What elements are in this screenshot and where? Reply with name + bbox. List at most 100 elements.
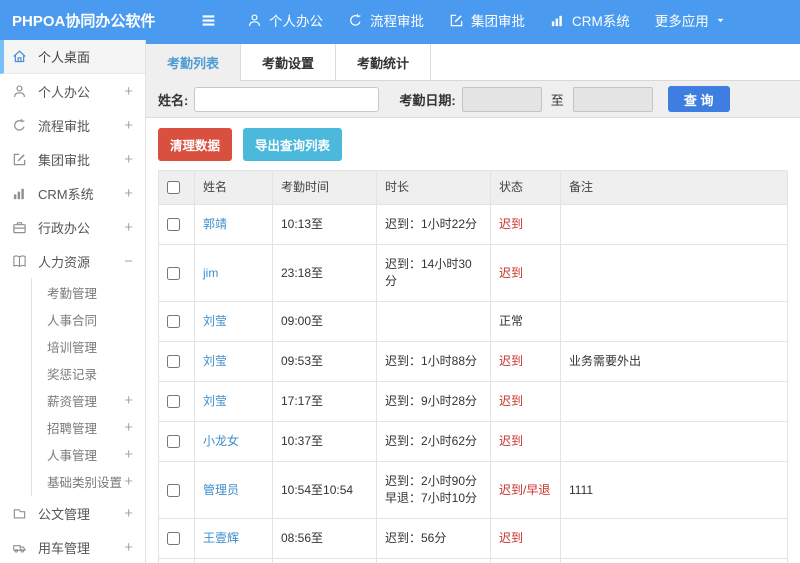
expand-toggle-icon[interactable]: + (124, 84, 133, 99)
status-cell-text: 迟到 (499, 217, 524, 231)
expand-toggle-icon[interactable]: + (124, 540, 133, 555)
nav-item-crm-system[interactable]: CRM系统 (550, 10, 630, 30)
attendance-time-cell-text: 23:18至 (281, 265, 324, 280)
nav-item-workflow-approval[interactable]: 流程审批 (348, 10, 424, 30)
nav-item-more-apps[interactable]: 更多应用 (655, 10, 725, 30)
column-header-status: 状态 (490, 170, 561, 205)
status-cell-text: 迟到/早退 (499, 482, 551, 497)
sidebar-item-vehicle-management[interactable]: 用车管理 + (0, 530, 145, 563)
hamburger-menu-icon[interactable] (200, 12, 217, 29)
sidebar-item-label: 行政办公 (38, 220, 91, 236)
sidebar-item-document-management[interactable]: 公文管理 + (0, 496, 145, 530)
name-filter-input[interactable] (194, 86, 380, 112)
sidebar-item-personal-office[interactable]: 个人办公 + (0, 74, 145, 108)
employee-name-link[interactable]: 王壹辉 (203, 531, 239, 545)
duration-cell: 迟到：2小时90分 早退：7小时10分 (376, 461, 491, 519)
bar-chart-icon (12, 186, 29, 201)
expand-toggle-icon[interactable]: + (124, 152, 133, 167)
export-list-button[interactable]: 导出查询列表 (243, 128, 343, 161)
status-cell-text: 迟到 (499, 354, 524, 368)
employee-name-link[interactable]: 刘莹 (203, 314, 227, 328)
sidebar-item-human-resources[interactable]: 人力资源 − (0, 244, 145, 278)
user-icon (12, 84, 29, 99)
row-checkbox[interactable] (167, 266, 180, 280)
sidebar-subitem-attendance-management[interactable]: 考勤管理 (32, 279, 145, 306)
expand-toggle-icon[interactable]: + (124, 474, 133, 489)
date-from-input[interactable] (461, 86, 542, 112)
nav-item-label: 更多应用 (654, 14, 709, 29)
expand-toggle-icon[interactable]: + (124, 220, 133, 235)
expand-toggle-icon[interactable]: + (124, 420, 133, 435)
employee-name-link[interactable]: 郭靖 (203, 217, 227, 231)
sidebar-subitem-basic-category-settings[interactable]: 基础类别设置 + (32, 468, 145, 495)
attendance-time-cell: 13:20至13:20 (272, 558, 377, 563)
sidebar: 个人桌面 个人办公 + 流程审批 + 集团审批 + CRM系统 + 行政办公 + 人力资源 − 考勤管理人… (0, 40, 146, 563)
tab-attendance-list[interactable]: 考勤列表 (146, 44, 242, 81)
column-header-duration: 时长 (376, 170, 491, 205)
sidebar-item-label: 用车管理 (38, 540, 91, 556)
employee-name-link[interactable]: jim (203, 266, 218, 280)
row-checkbox[interactable] (167, 315, 180, 328)
name-filter-label: 姓名: (158, 92, 189, 108)
row-checkbox[interactable] (167, 218, 180, 231)
employee-name-link[interactable]: 刘莹 (203, 354, 227, 368)
expand-toggle-icon[interactable]: + (124, 118, 133, 133)
status-cell: 迟到/早退 (490, 461, 561, 519)
sidebar-subitem-personnel-management[interactable]: 人事管理 + (32, 441, 145, 468)
row-select-cell (158, 461, 195, 519)
sidebar-item-crm-system[interactable]: CRM系统 + (0, 176, 145, 210)
sidebar-subitem-reward-punishment-records[interactable]: 奖惩记录 (32, 360, 145, 387)
name-cell: 王壹辉 (194, 518, 273, 559)
row-select-cell (158, 421, 195, 462)
date-to-input[interactable] (572, 86, 653, 112)
sidebar-subitem-recruitment-management[interactable]: 招聘管理 + (32, 414, 145, 441)
app-title[interactable]: PHPOA协同办公软件 (0, 10, 155, 31)
row-checkbox[interactable] (167, 483, 180, 497)
sidebar-subitem-training-management[interactable]: 培训管理 (32, 333, 145, 360)
status-cell: 迟到 (490, 518, 561, 559)
tab-attendance-statistics[interactable]: 考勤统计 (336, 44, 432, 80)
search-button[interactable]: 查 询 (667, 86, 730, 112)
status-cell: 迟到 (490, 341, 561, 382)
employee-name-link[interactable]: 小龙女 (203, 434, 239, 448)
remark-cell (560, 244, 788, 302)
status-cell-text: 迟到 (499, 434, 524, 448)
book-icon (12, 254, 29, 269)
clear-data-button[interactable]: 清理数据 (158, 128, 233, 161)
expand-toggle-icon[interactable]: + (124, 393, 133, 408)
expand-toggle-icon[interactable]: + (124, 506, 133, 521)
sidebar-item-admin-office[interactable]: 行政办公 + (0, 210, 145, 244)
row-select-cell (158, 518, 195, 559)
tab-attendance-settings[interactable]: 考勤设置 (241, 44, 337, 80)
expand-toggle-icon[interactable]: + (124, 186, 133, 201)
nav-item-personal-office[interactable]: 个人办公 (247, 10, 323, 30)
employee-name-link[interactable]: 刘莹 (203, 394, 227, 408)
remark-cell (560, 301, 788, 342)
duration-cell-text: 迟到：2小时62分 (385, 434, 478, 448)
sidebar-item-label: 个人办公 (38, 84, 91, 100)
sidebar-subitem-label: 人事管理 (47, 449, 98, 463)
sidebar-subitem-hr-contract[interactable]: 人事合同 (32, 306, 145, 333)
duration-cell-text: 迟到：1小时88分 (385, 354, 478, 368)
row-checkbox[interactable] (167, 395, 180, 408)
employee-name-link[interactable]: 管理员 (203, 483, 239, 497)
sidebar-subitem-salary-management[interactable]: 薪资管理 + (32, 387, 145, 414)
remark-cell: 1111 (560, 461, 788, 519)
expand-toggle-icon[interactable]: − (124, 254, 133, 269)
expand-toggle-icon[interactable]: + (124, 447, 133, 462)
row-checkbox[interactable] (167, 435, 180, 448)
sidebar-item-workflow-approval[interactable]: 流程审批 + (0, 108, 145, 142)
select-all-checkbox[interactable] (167, 181, 180, 194)
nav-item-label: CRM系统 (572, 14, 630, 29)
attendance-time-cell: 17:17至 (272, 381, 377, 422)
sidebar-item-group-approval[interactable]: 集团审批 + (0, 142, 145, 176)
row-checkbox[interactable] (167, 532, 180, 545)
sidebar-item-label: 集团审批 (38, 152, 91, 168)
remark-cell (560, 518, 788, 559)
main-content: 考勤列表 考勤设置 考勤统计 姓名: 考勤日期: 至 查 询 清理数据 导出查询… (146, 40, 800, 563)
attendance-time-cell: 10:13至 (272, 204, 377, 245)
nav-item-group-approval[interactable]: 集团审批 (449, 10, 525, 30)
sidebar-item-personal-desktop[interactable]: 个人桌面 (0, 40, 145, 74)
row-checkbox[interactable] (167, 355, 180, 368)
sidebar-item-label: 流程审批 (38, 118, 91, 134)
